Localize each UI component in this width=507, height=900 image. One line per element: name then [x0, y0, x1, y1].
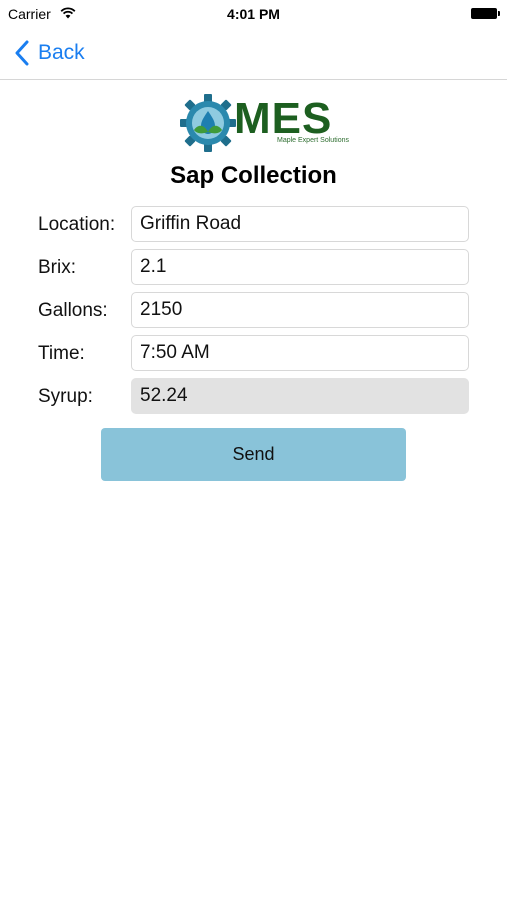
time-field[interactable]	[131, 335, 469, 371]
time-label: Time:	[38, 343, 85, 364]
location-label: Location:	[38, 214, 116, 235]
gallons-row: Gallons:	[38, 292, 470, 330]
back-button[interactable]: Back	[14, 38, 85, 68]
chevron-left-icon	[15, 40, 29, 66]
battery-icon	[471, 8, 500, 19]
brix-label: Brix:	[38, 257, 76, 278]
gear-leaf-icon	[180, 94, 236, 152]
page-title: Sap Collection	[170, 162, 337, 189]
status-bar: Carrier 4:01 PM	[0, 0, 507, 28]
brix-field[interactable]	[131, 249, 469, 285]
time-row: Time:	[38, 335, 470, 373]
location-field[interactable]	[131, 206, 469, 242]
mes-logo: MES Maple Expert Solutions	[180, 94, 349, 152]
location-row: Location:	[38, 206, 470, 244]
back-label: Back	[38, 41, 85, 64]
syrup-field	[131, 378, 469, 414]
send-button[interactable]: Send	[101, 428, 406, 481]
status-time: 4:01 PM	[227, 6, 280, 22]
brix-row: Brix:	[38, 249, 470, 287]
logo-subtitle: Maple Expert Solutions	[277, 137, 349, 144]
gallons-field[interactable]	[131, 292, 469, 328]
gallons-label: Gallons:	[38, 300, 108, 321]
syrup-row: Syrup:	[38, 378, 470, 416]
syrup-label: Syrup:	[38, 386, 93, 407]
navigation-bar: Back	[0, 28, 507, 80]
